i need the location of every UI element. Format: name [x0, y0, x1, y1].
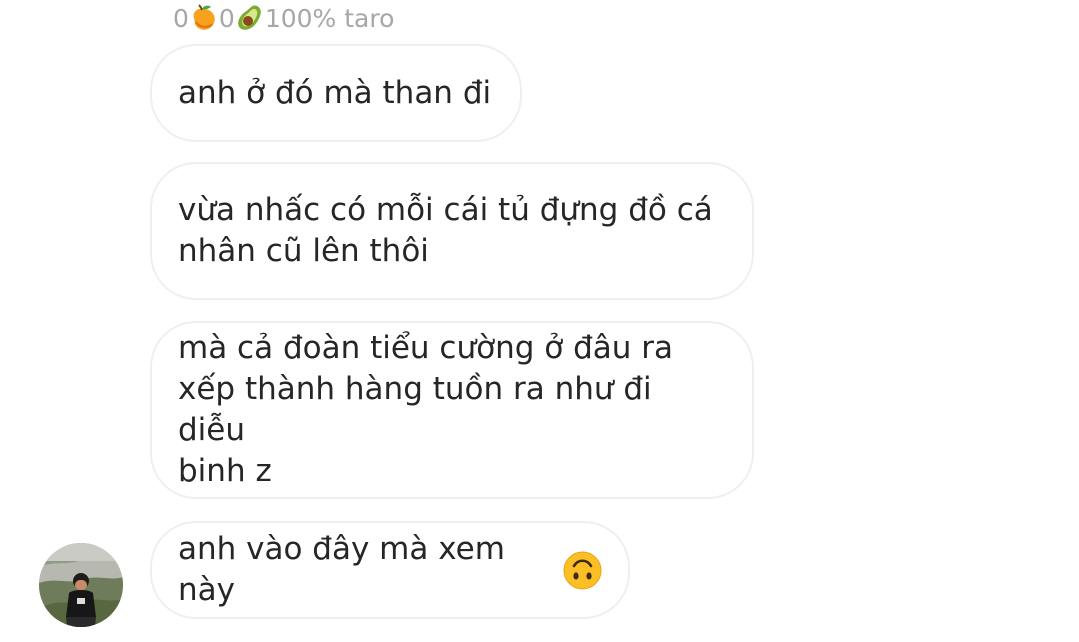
message-bubble[interactable]: vừa nhấc có mỗi cái tủ đựng đồ cá nhân c… — [150, 162, 754, 300]
message-text: anh ở đó mà than đi — [178, 74, 492, 111]
mango-count: 0 — [173, 3, 189, 33]
message-reaction-header: 0 0 100% taro — [173, 2, 394, 34]
message-text: mà cả đoàn tiểu cường ở đâu ra xếp thành… — [178, 330, 674, 489]
status-text: 100% taro — [264, 3, 395, 33]
avocado-icon — [235, 3, 265, 33]
upside-down-face-icon — [563, 551, 602, 590]
avocado-count: 0 — [218, 3, 235, 33]
message-bubble[interactable]: mà cả đoàn tiểu cường ở đâu ra xếp thành… — [150, 321, 754, 499]
mango-icon — [189, 3, 219, 33]
message-text: vừa nhấc có mỗi cái tủ đựng đồ cá nhân c… — [178, 192, 713, 269]
message-text: anh vào đây mà xem này — [178, 531, 505, 608]
sender-avatar[interactable] — [39, 543, 123, 627]
message-bubble[interactable]: anh ở đó mà than đi — [150, 44, 522, 142]
message-bubble[interactable]: anh vào đây mà xem này — [150, 521, 630, 619]
